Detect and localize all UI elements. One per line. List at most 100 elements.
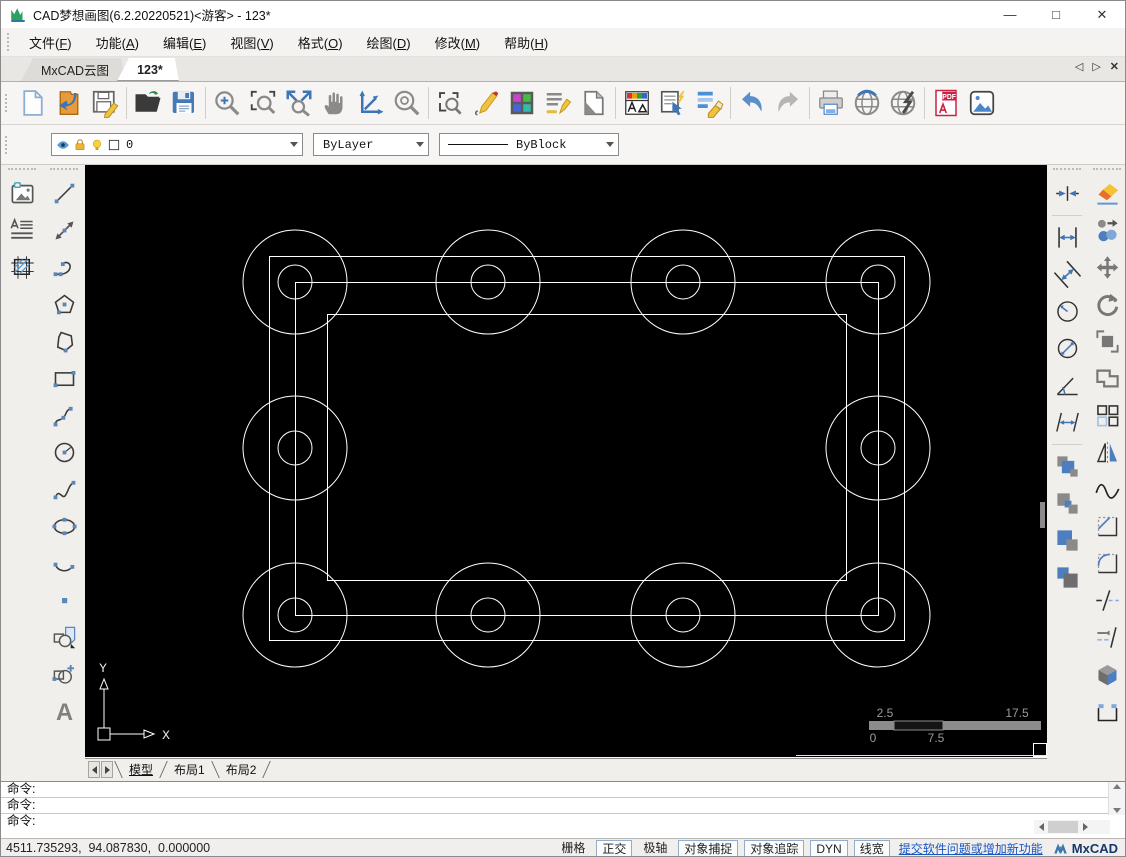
command-vertical-scrollbar[interactable] — [1108, 782, 1125, 815]
document-tab-doc[interactable]: 123* — [117, 58, 179, 81]
layerbar-grip[interactable] — [5, 135, 10, 154]
redo-button[interactable] — [770, 85, 806, 122]
layout-tab-layout1[interactable]: 布局1 — [168, 760, 211, 779]
rectangle-button[interactable] — [46, 360, 82, 397]
save-as-button[interactable] — [166, 85, 202, 122]
arc-start-button[interactable] — [46, 545, 82, 582]
pdf-export-button[interactable]: PDF — [928, 85, 964, 122]
mtext-button[interactable] — [4, 212, 40, 249]
menu-format[interactable]: 格式(O) — [286, 29, 355, 56]
command-input-line[interactable]: 命令: — [1, 814, 1125, 838]
zoom-extents-button[interactable] — [281, 85, 317, 122]
menu-draw[interactable]: 绘图(D) — [355, 29, 423, 56]
draw-pencil-button[interactable] — [468, 85, 504, 122]
canvas-scrollbar-thumb[interactable] — [1040, 502, 1045, 528]
properties-pencil-icon[interactable] — [629, 127, 665, 163]
break-button[interactable] — [1089, 582, 1125, 619]
spline-edit-button[interactable] — [1089, 471, 1125, 508]
status-toggle-线宽[interactable]: 线宽 — [853, 839, 890, 856]
order-back-button[interactable] — [1049, 485, 1085, 522]
match-properties-button[interactable] — [691, 85, 727, 122]
dim-radius-button[interactable] — [1049, 293, 1085, 330]
spline-button[interactable] — [46, 471, 82, 508]
named-view-button[interactable] — [432, 85, 468, 122]
dim-aligned-button[interactable] — [1049, 256, 1085, 293]
polyline-arc-button[interactable] — [46, 397, 82, 434]
chamfer-button[interactable] — [1089, 508, 1125, 545]
text-edit-button[interactable] — [540, 85, 576, 122]
erase-button[interactable] — [1089, 175, 1125, 212]
layer-select-chevron-icon[interactable] — [285, 134, 302, 155]
rotate-button[interactable] — [1089, 286, 1125, 323]
order-front-button[interactable] — [1049, 448, 1085, 485]
layers-stack-icon[interactable] — [15, 127, 51, 163]
ellipse-button[interactable] — [46, 508, 82, 545]
toolbar-grip[interactable] — [1093, 168, 1121, 173]
ucs-axes-button[interactable] — [353, 85, 389, 122]
status-toggle-对象追踪[interactable]: 对象追踪 — [744, 839, 805, 856]
zoom-window-button[interactable] — [245, 85, 281, 122]
scroll-up-icon[interactable] — [1113, 784, 1121, 789]
menu-help[interactable]: 帮助(H) — [492, 29, 560, 56]
dim-linear-button[interactable] — [1049, 219, 1085, 256]
menu-function[interactable]: 功能(A) — [84, 29, 151, 56]
offset-button[interactable] — [1089, 360, 1125, 397]
dim-diameter-button[interactable] — [1049, 330, 1085, 367]
page-setup-button[interactable] — [576, 85, 612, 122]
toolbar-grip[interactable] — [8, 168, 36, 173]
quick-select-button[interactable] — [655, 85, 691, 122]
color-select[interactable]: ByLayer — [313, 133, 429, 156]
scale-button[interactable] — [1089, 323, 1125, 360]
hatch-button[interactable] — [4, 249, 40, 286]
document-tab-cloud[interactable]: MxCAD云图 — [21, 58, 125, 81]
drawing-canvas[interactable]: Y X 2.5 17.5 0 7.5 — [85, 165, 1047, 757]
stretch-button[interactable] — [1089, 693, 1125, 730]
block-create-button[interactable] — [46, 656, 82, 693]
layout-scroll-left-icon[interactable] — [88, 761, 100, 778]
menubar-grip[interactable] — [7, 33, 12, 51]
status-toggle-正交[interactable]: 正交 — [596, 839, 633, 856]
feedback-link[interactable]: 提交软件问题或增加新功能 — [899, 840, 1043, 857]
array-button[interactable] — [1089, 397, 1125, 434]
scroll-down-icon[interactable] — [1113, 808, 1121, 813]
plate-rectangle[interactable] — [327, 314, 847, 581]
layout-tab-layout2[interactable]: 布局2 — [220, 760, 263, 779]
circle-button[interactable] — [46, 434, 82, 471]
toolbar-grip[interactable] — [50, 168, 78, 173]
undo-button[interactable] — [734, 85, 770, 122]
block-insert-button[interactable] — [46, 619, 82, 656]
scroll-left-icon[interactable] — [1034, 820, 1048, 834]
drawing-viewport[interactable]: Y X 2.5 17.5 0 7.5 — [85, 165, 1047, 757]
maximize-button[interactable]: □ — [1033, 1, 1079, 28]
menu-edit[interactable]: 编辑(E) — [151, 29, 218, 56]
line-button[interactable] — [46, 175, 82, 212]
layout-tab-model[interactable]: 模型 — [123, 760, 159, 779]
polygon-free-button[interactable] — [46, 323, 82, 360]
status-toggle-对象捕捉[interactable]: 对象捕捉 — [678, 839, 739, 856]
tab-scroll-left-icon[interactable]: ◁ — [1075, 60, 1083, 73]
status-toggle-极轴[interactable]: 极轴 — [638, 840, 672, 857]
order-above-button[interactable] — [1049, 522, 1085, 559]
plate-rectangle[interactable] — [295, 282, 879, 616]
dim-quick-button[interactable] — [1049, 175, 1085, 212]
close-button[interactable]: ✕ — [1079, 1, 1125, 28]
color-palette-button[interactable] — [504, 85, 540, 122]
image-export-button[interactable] — [964, 85, 1000, 122]
status-toggle-DYN[interactable]: DYN — [810, 839, 848, 856]
xline-button[interactable] — [46, 212, 82, 249]
minimize-button[interactable]: — — [987, 1, 1033, 28]
scrollbar-thumb[interactable] — [1048, 821, 1078, 833]
dim-angular-button[interactable] — [1049, 367, 1085, 404]
command-window[interactable]: 命令: 命令: 命令: — [1, 781, 1125, 838]
web-publish-button[interactable] — [849, 85, 885, 122]
color-select-chevron-icon[interactable] — [411, 134, 428, 155]
status-toggle-栅格[interactable]: 栅格 — [556, 840, 590, 857]
move-button[interactable] — [1089, 249, 1125, 286]
insert-image-button[interactable] — [4, 175, 40, 212]
web-upload-button[interactable] — [885, 85, 921, 122]
linetype-select-chevron-icon[interactable] — [601, 134, 618, 155]
text-single-button[interactable]: A — [46, 693, 82, 730]
zoom-add-button[interactable] — [209, 85, 245, 122]
linetype-select[interactable]: ByBlock — [439, 133, 619, 156]
pan-hand-button[interactable] — [317, 85, 353, 122]
